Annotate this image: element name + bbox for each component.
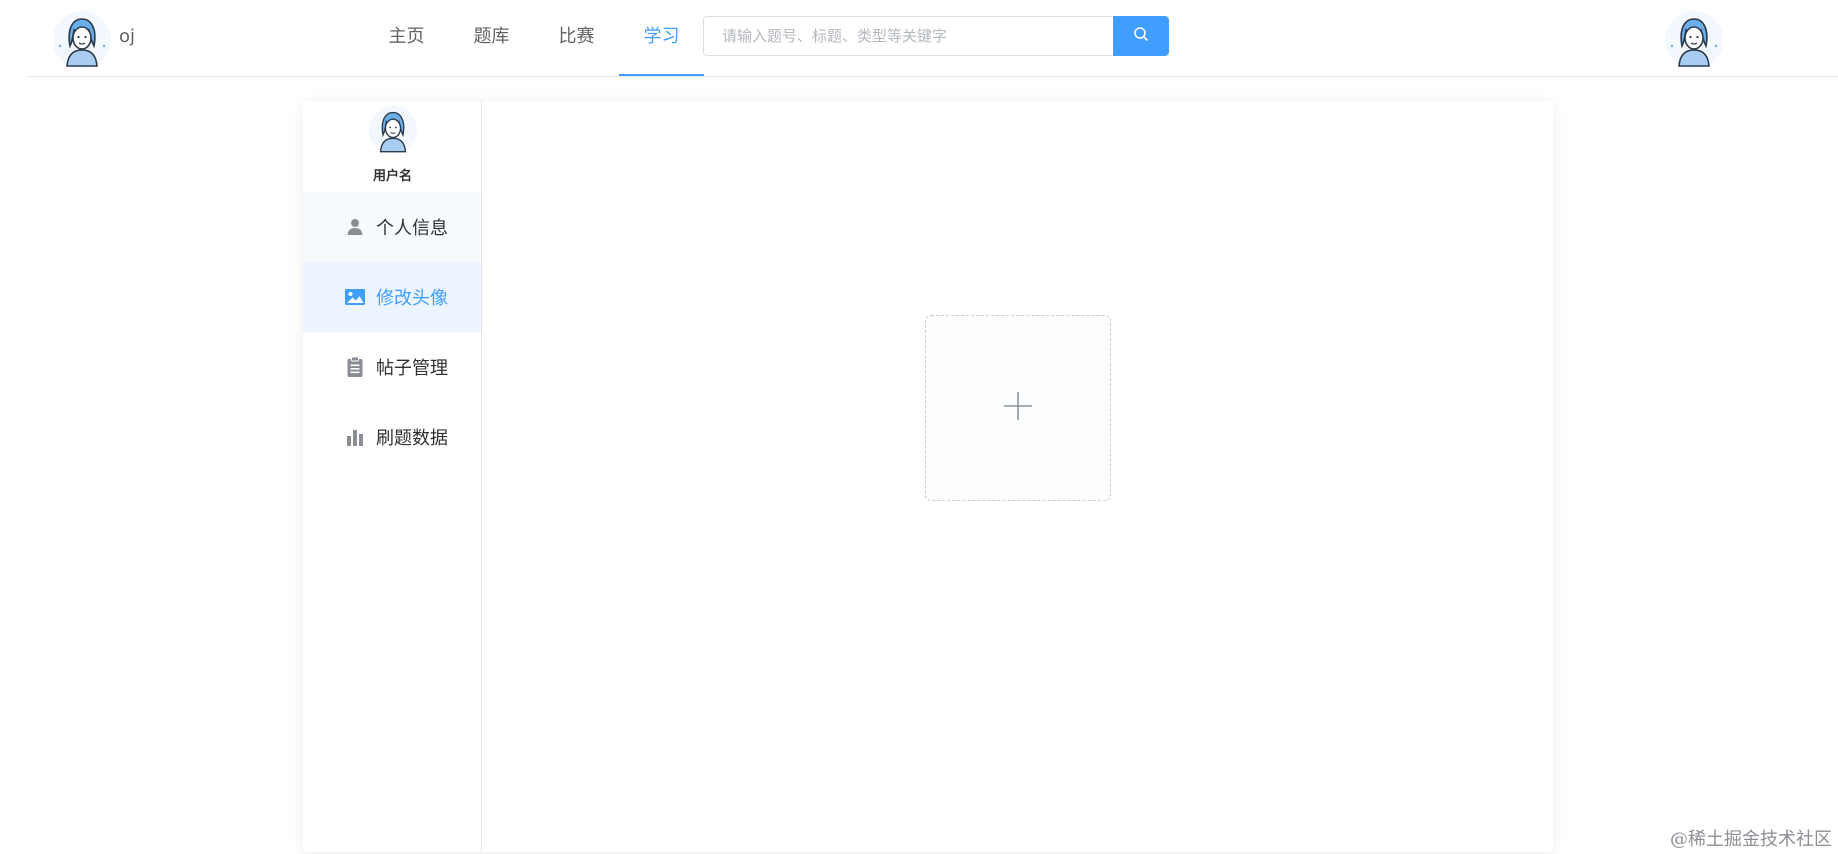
menu-item-label: 个人信息	[376, 218, 448, 239]
menu-item-label: 帖子管理	[376, 358, 448, 379]
plus-icon	[1002, 390, 1034, 426]
menu-item-practice-stats[interactable]: 刷题数据	[303, 402, 481, 472]
search-icon	[1133, 26, 1149, 46]
picture-icon	[344, 286, 366, 308]
main-nav: 主页 题库 比赛 学习	[364, 0, 704, 76]
nav-home[interactable]: 主页	[364, 0, 449, 76]
profile-sidebar: 用户名 个人信息 修改头像 帖子管理 刷题数据	[303, 101, 482, 852]
sidebar-username: 用户名	[372, 169, 412, 184]
avatar-upload-area[interactable]	[925, 315, 1111, 501]
user-avatar[interactable]	[1664, 10, 1724, 70]
site-name: oj	[119, 26, 136, 47]
top-header: oj 主页 题库 比赛 学习	[28, 0, 1838, 77]
profile-menu: 个人信息 修改头像 帖子管理 刷题数据	[303, 192, 481, 472]
search-button[interactable]	[1113, 16, 1169, 56]
user-icon	[344, 216, 366, 238]
menu-item-label: 刷题数据	[376, 428, 448, 449]
nav-learn[interactable]: 学习	[619, 0, 704, 76]
nav-contests[interactable]: 比赛	[534, 0, 619, 76]
sidebar-avatar[interactable]	[368, 105, 418, 155]
site-logo-avatar[interactable]	[52, 10, 112, 70]
nav-problems[interactable]: 题库	[449, 0, 534, 76]
menu-item-label: 修改头像	[376, 288, 448, 309]
menu-item-change-avatar[interactable]: 修改头像	[303, 262, 481, 332]
watermark: @稀土掘金技术社区	[1670, 829, 1832, 850]
search-input[interactable]	[703, 16, 1114, 56]
menu-item-post-management[interactable]: 帖子管理	[303, 332, 481, 402]
clipboard-icon	[344, 356, 366, 378]
bar-chart-icon	[344, 426, 366, 448]
menu-item-personal-info[interactable]: 个人信息	[303, 192, 481, 262]
profile-card: 用户名 个人信息 修改头像 帖子管理 刷题数据	[303, 101, 1553, 852]
